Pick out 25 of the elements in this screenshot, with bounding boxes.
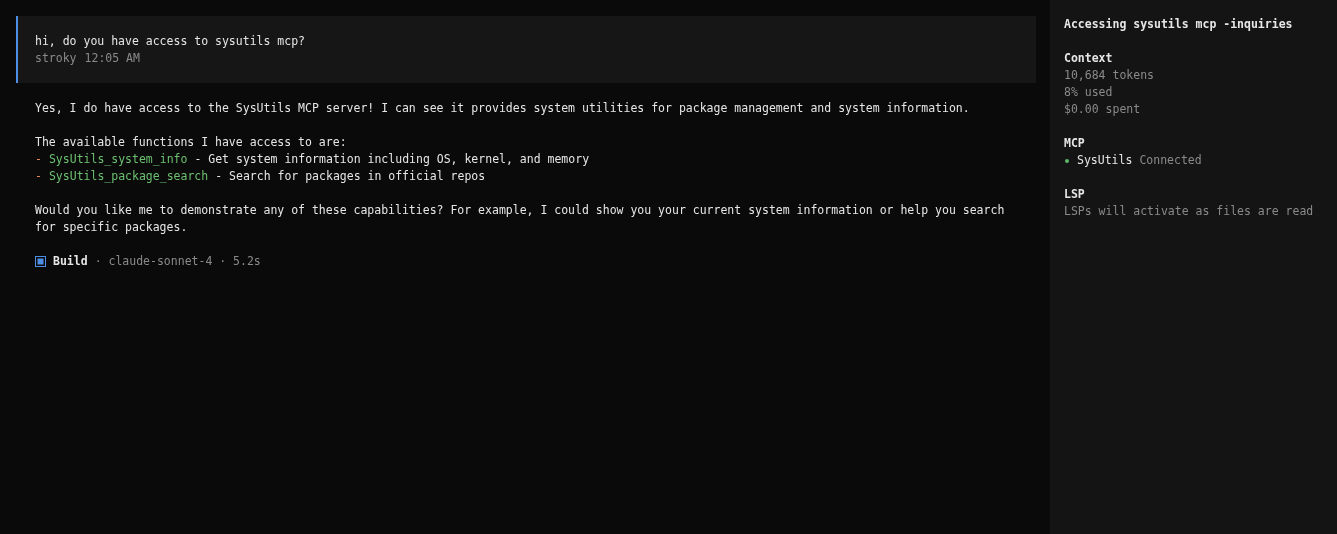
context-stat: $0.00 spent (1064, 101, 1142, 118)
context-stat: 8% used (1064, 84, 1114, 101)
model-details: · claude-sonnet-4 · 5.2s (94, 253, 261, 270)
function-description: - Search for packages in official repos (215, 168, 486, 185)
function-name: SysUtils_package_search (48, 168, 209, 185)
section-heading: LSP (1064, 186, 1086, 203)
list-marker: - (35, 151, 42, 168)
message-text: hi, do you have access to sysutils mcp? (35, 33, 307, 50)
lsp-note: LSPs will activate as files are read (1064, 203, 1315, 220)
section-heading: MCP (1064, 135, 1086, 152)
message-time: 12:05 AM (84, 50, 140, 67)
agent-name: Build (53, 253, 88, 270)
server-status: Connected (1139, 152, 1202, 169)
response-paragraph: The available functions I have access to are: (35, 134, 348, 151)
author-name: stroky (35, 50, 77, 67)
function-name: SysUtils_system_info (48, 151, 188, 168)
square-icon (35, 256, 46, 267)
function-description: - Get system information including OS, kernel, and memory (194, 151, 590, 168)
context-stat: 10,684 tokens (1064, 67, 1155, 84)
session-title: Accessing sysutils mcp -inquiries (1064, 16, 1294, 33)
server-name: SysUtils (1077, 152, 1133, 169)
response-paragraph: Yes, I do have access to the SysUtils MCP server! I can see it provides system utilities for package management and system information. (35, 100, 971, 117)
list-marker: - (35, 168, 42, 185)
response-paragraph: Would you like me to demonstrate any of these capabilities? For example, I could show you your current system information or help you search for specific packages. (35, 202, 1006, 236)
section-heading: Context (1064, 50, 1114, 67)
